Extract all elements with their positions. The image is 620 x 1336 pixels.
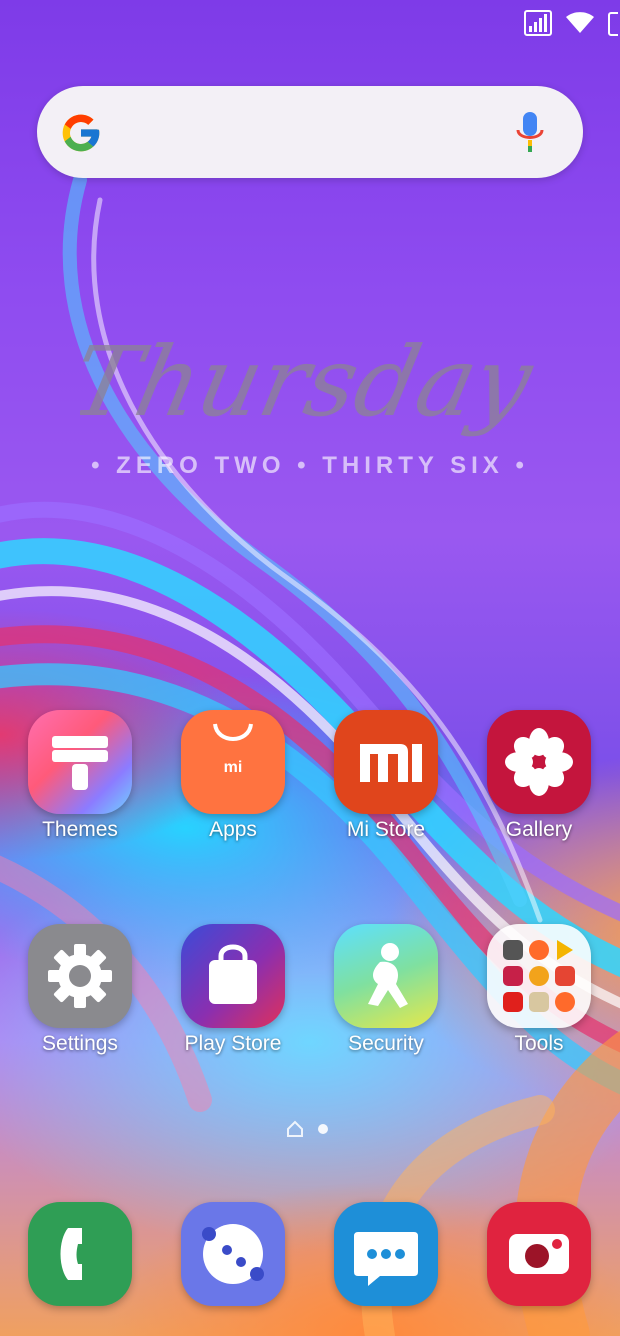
google-search-bar[interactable] (37, 86, 583, 178)
app-label: Gallery (505, 818, 573, 841)
dock-browser[interactable] (158, 1202, 308, 1306)
svg-text:mi: mi (224, 759, 243, 776)
dock-phone[interactable] (5, 1202, 155, 1306)
app-label: Mi Store (346, 818, 426, 841)
app-settings[interactable]: Settings (5, 924, 155, 1056)
google-g-icon (62, 114, 100, 152)
time-label: • ZERO TWO • THIRTY SIX • (91, 452, 529, 479)
app-label: Apps (209, 818, 257, 841)
app-tools-folder[interactable]: Tools (464, 924, 614, 1056)
app-label: Play Store (184, 1032, 282, 1055)
app-label: Tools (514, 1032, 564, 1055)
signal-icon (524, 10, 552, 36)
phone-icon (28, 1202, 132, 1306)
security-icon (334, 924, 438, 1028)
app-label: Security (348, 1032, 424, 1055)
page-dot (318, 1124, 328, 1134)
tools-folder-icon (487, 924, 591, 1028)
page-indicator (286, 1120, 328, 1138)
app-themes[interactable]: Themes (5, 710, 155, 842)
day-label: Thursday (80, 326, 543, 438)
app-mi-store[interactable]: Mi Store (311, 710, 461, 842)
app-gallery[interactable]: Gallery (464, 710, 614, 842)
mi-store-icon (334, 710, 438, 814)
clock-day-widget[interactable]: Thursday (80, 320, 550, 460)
app-label: Settings (42, 1032, 118, 1055)
wifi-icon (566, 12, 594, 33)
messages-icon (334, 1202, 438, 1306)
browser-icon (181, 1202, 285, 1306)
camera-icon (487, 1202, 591, 1306)
app-label: Themes (42, 818, 118, 841)
dock-messages[interactable] (311, 1202, 461, 1306)
dock-camera[interactable] (464, 1202, 614, 1306)
status-bar (524, 6, 620, 40)
play-store-icon (181, 924, 285, 1028)
app-security[interactable]: Security (311, 924, 461, 1056)
apps-icon: mi (181, 710, 285, 814)
microphone-icon[interactable] (515, 110, 545, 154)
app-play-store[interactable]: Play Store (158, 924, 308, 1056)
battery-icon (608, 12, 618, 36)
app-apps[interactable]: mi Apps (158, 710, 308, 842)
home-page-icon (287, 1120, 303, 1137)
settings-icon (28, 924, 132, 1028)
gallery-icon (487, 710, 591, 814)
themes-icon (28, 710, 132, 814)
